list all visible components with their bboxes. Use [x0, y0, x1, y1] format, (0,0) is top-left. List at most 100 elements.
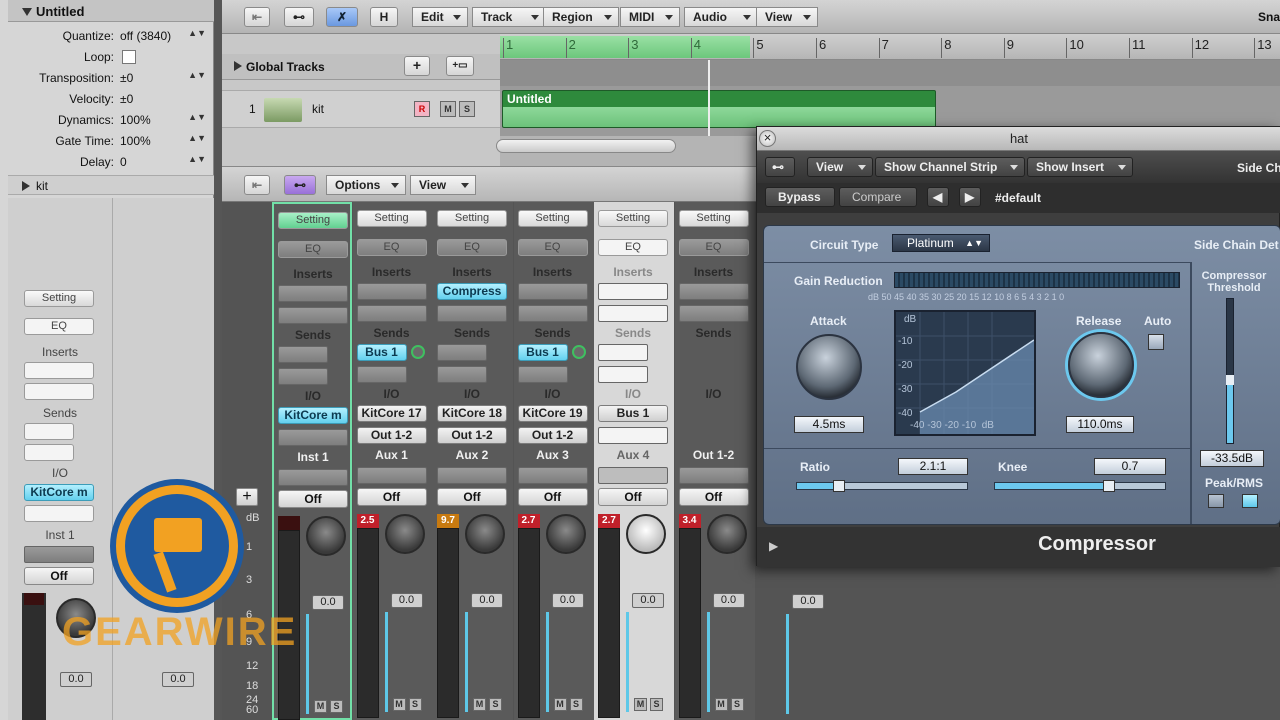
- insert-slot[interactable]: [517, 305, 588, 322]
- volume-value[interactable]: 0.0: [471, 593, 503, 608]
- setting-button[interactable]: Setting: [517, 210, 588, 227]
- group-slot[interactable]: [437, 467, 507, 484]
- folder-track-icon[interactable]: +▭: [446, 56, 474, 76]
- disclosure-triangle-icon[interactable]: [22, 181, 30, 191]
- previous-preset-icon[interactable]: ◀: [927, 187, 949, 207]
- menu-track[interactable]: Track: [472, 7, 546, 27]
- output-slot[interactable]: Out 1-2: [517, 427, 588, 444]
- volume-value[interactable]: 0.0: [551, 593, 584, 608]
- send-slot[interactable]: [598, 344, 648, 361]
- solo-button[interactable]: S: [408, 698, 422, 711]
- volume-value[interactable]: 0.0: [312, 595, 344, 610]
- input-slot[interactable]: KitCore 18: [437, 405, 507, 422]
- param-dynamics[interactable]: Dynamics: 100% ▲▼: [8, 109, 214, 130]
- send-slot[interactable]: [356, 366, 407, 383]
- close-icon[interactable]: ×: [759, 130, 776, 147]
- show-insert-menu[interactable]: Show Insert: [1027, 157, 1133, 177]
- eq-button[interactable]: EQ: [24, 318, 94, 335]
- volume-value[interactable]: 0.0: [792, 594, 824, 609]
- mute-button[interactable]: M: [440, 101, 456, 117]
- param-value[interactable]: ±0: [120, 71, 133, 85]
- view-menu[interactable]: View: [807, 157, 873, 177]
- cycle-region[interactable]: [500, 36, 750, 58]
- pan-knob[interactable]: [465, 514, 505, 554]
- param-velocity[interactable]: Velocity: ±0: [8, 88, 214, 109]
- group-slot[interactable]: [517, 467, 588, 484]
- solo-button[interactable]: S: [730, 698, 744, 711]
- menu-region[interactable]: Region: [543, 7, 619, 27]
- insert-slot[interactable]: [517, 283, 588, 300]
- insert-slot[interactable]: [278, 285, 348, 302]
- back-arrow-icon[interactable]: ⇤: [244, 175, 270, 195]
- horizontal-scrollbar-thumb[interactable]: [496, 139, 676, 153]
- send-slot[interactable]: [598, 366, 648, 383]
- solo-button[interactable]: S: [489, 698, 502, 711]
- rms-mode-button[interactable]: [1242, 494, 1258, 508]
- input-slot[interactable]: KitCore m: [278, 407, 348, 424]
- input-slot[interactable]: KitCore 19: [517, 405, 588, 422]
- menu-view[interactable]: View: [756, 7, 818, 27]
- stepper-icon[interactable]: ▲▼: [188, 70, 206, 80]
- insert-slot[interactable]: [678, 283, 749, 300]
- disclosure-triangle-icon[interactable]: [234, 61, 242, 71]
- snap-label[interactable]: Sna: [1258, 10, 1280, 24]
- peak-mode-button[interactable]: [1208, 494, 1224, 508]
- output-slot[interactable]: Out 1-2: [437, 427, 507, 444]
- catch-playhead-icon[interactable]: ✗: [326, 7, 358, 27]
- send-slot[interactable]: Bus 1: [356, 344, 407, 361]
- next-preset-icon[interactable]: ▶: [959, 187, 981, 207]
- eq-button[interactable]: EQ: [278, 241, 348, 258]
- insert-slot[interactable]: Compress: [437, 283, 507, 300]
- param-transposition[interactable]: Transposition: ±0 ▲▼: [8, 67, 214, 88]
- param-quantize[interactable]: Quantize: off (3840) ▲▼: [8, 25, 214, 46]
- param-value[interactable]: 100%: [120, 113, 151, 127]
- pan-knob[interactable]: [384, 514, 425, 554]
- insert-slot[interactable]: [278, 307, 348, 324]
- disclosure-triangle-icon[interactable]: [22, 8, 32, 16]
- group-slot[interactable]: [598, 467, 668, 484]
- send-slot[interactable]: [278, 368, 328, 385]
- volume-value[interactable]: 0.0: [632, 593, 664, 608]
- pan-knob[interactable]: [545, 514, 586, 554]
- eq-button[interactable]: EQ: [437, 239, 507, 256]
- insert-slot[interactable]: [598, 283, 668, 300]
- threshold-slider[interactable]: [1226, 298, 1234, 444]
- back-arrow-icon[interactable]: ⇤: [244, 7, 270, 27]
- channel-strip[interactable]: Setting EQ Inserts Sends I/O Bus 1 Aux 4 Off 2.7…: [594, 202, 674, 720]
- param-delay[interactable]: Delay: 0 ▲▼: [8, 151, 214, 172]
- eq-button[interactable]: EQ: [517, 239, 588, 256]
- solo-button[interactable]: S: [330, 700, 343, 713]
- setting-button[interactable]: Setting: [598, 210, 668, 227]
- bypass-button[interactable]: Bypass: [765, 187, 835, 207]
- loop-checkbox[interactable]: [122, 50, 136, 64]
- send-slot[interactable]: [437, 344, 487, 361]
- setting-button[interactable]: Setting: [437, 210, 507, 227]
- global-tracks-row[interactable]: Global Tracks + +▭: [222, 54, 500, 80]
- insert-slot[interactable]: [24, 383, 94, 400]
- pan-knob[interactable]: [706, 514, 747, 554]
- send-slot[interactable]: [24, 444, 74, 461]
- circuit-type-select[interactable]: Platinum ▲▼: [892, 234, 990, 252]
- link-icon[interactable]: ⊷: [284, 175, 316, 195]
- send-slot[interactable]: [437, 366, 487, 383]
- pan-knob[interactable]: [626, 514, 666, 554]
- output-slot[interactable]: [278, 429, 348, 446]
- input-slot[interactable]: Bus 1: [598, 405, 668, 422]
- setting-button[interactable]: Setting: [24, 290, 94, 307]
- send-level-knob[interactable]: [571, 345, 586, 359]
- hide-button[interactable]: H: [370, 7, 398, 27]
- release-knob[interactable]: [1068, 332, 1134, 398]
- knee-slider-thumb[interactable]: [1103, 480, 1115, 492]
- eq-button[interactable]: EQ: [598, 239, 668, 256]
- solo-button[interactable]: S: [650, 698, 663, 711]
- output-slot[interactable]: Out 1-2: [356, 427, 427, 444]
- automation-mode-button[interactable]: Off: [517, 488, 588, 506]
- threshold-slider-thumb[interactable]: [1226, 375, 1234, 385]
- ratio-slider-thumb[interactable]: [833, 480, 845, 492]
- channel-strip[interactable]: Setting EQ Inserts Compress Sends I/O KitCore …: [433, 202, 513, 720]
- ratio-value[interactable]: 2.1:1: [898, 458, 968, 475]
- param-value[interactable]: 0: [120, 155, 127, 169]
- send-level-knob[interactable]: [410, 345, 425, 359]
- volume-value[interactable]: 0.0: [712, 593, 745, 608]
- record-enable-button[interactable]: R: [414, 101, 430, 117]
